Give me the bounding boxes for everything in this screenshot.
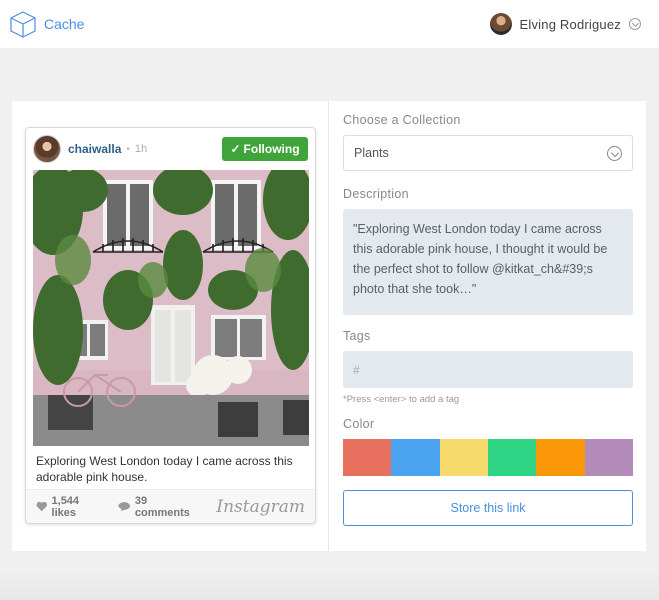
post-footer: 1,544 likes 39 comments Instagram [26,489,315,523]
likes[interactable]: 1,544 likes [36,495,104,519]
post-avatar [33,135,61,163]
collection-select[interactable]: Plants [343,135,633,171]
color-label: Color [343,417,375,431]
separator-dot: • [126,143,130,155]
user-name: Elving Rodriguez [519,16,621,32]
collection-value: Plants [354,146,389,160]
color-swatch-yellow[interactable] [439,439,488,476]
post-time: 1h [134,143,148,155]
comments-count: 39 comments [134,494,190,519]
color-swatch-purple[interactable] [584,439,633,476]
description-field[interactable]: "Exploring West London today I came acro… [343,209,633,315]
form-column: Choose a Collection Plants Description "… [329,101,646,551]
brand-name: Cache [44,16,85,32]
color-swatch-green[interactable] [487,439,537,476]
tags-label: Tags [343,329,371,343]
comments[interactable]: 39 comments [118,495,202,519]
post-caption: Exploring West London today I came acros… [36,454,293,484]
post-header: chaiwalla • 1h ✓ Following [26,128,315,170]
collection-label: Choose a Collection [343,113,461,127]
preview-column: chaiwalla • 1h ✓ Following Exploring Wes… [12,101,329,551]
user-avatar [489,13,512,35]
color-swatch-red[interactable] [343,439,392,476]
color-picker [343,439,633,476]
post-photo [33,170,309,446]
instagram-post-card: chaiwalla • 1h ✓ Following Exploring Wes… [25,127,316,524]
speech-bubble-icon [118,502,131,512]
page-bottom [0,570,659,600]
instagram-logo: Instagram [216,496,305,517]
color-swatch-blue[interactable] [391,439,440,476]
likes-count: 1,544 likes [51,494,80,519]
check-icon: ✓ [230,142,241,156]
tags-hint: *Press <enter> to add a tag [343,394,460,405]
user-menu[interactable]: Elving Rodriguez [489,13,641,35]
chevron-down-icon [629,18,641,30]
main-panel: chaiwalla • 1h ✓ Following Exploring Wes… [12,101,646,551]
cube-icon [10,11,36,38]
heart-icon [36,501,47,512]
top-bar: Cache Elving Rodriguez [0,0,659,48]
brand[interactable]: Cache [8,9,84,39]
following-button[interactable]: ✓ Following [222,137,308,161]
chevron-down-icon [607,145,622,161]
following-label: Following [243,142,300,156]
tags-input[interactable]: # [343,351,633,388]
store-link-button[interactable]: Store this link [343,490,633,526]
post-username[interactable]: chaiwalla [68,142,121,156]
tags-placeholder: # [353,362,360,377]
description-label: Description [343,187,409,201]
color-swatch-orange[interactable] [536,439,585,476]
